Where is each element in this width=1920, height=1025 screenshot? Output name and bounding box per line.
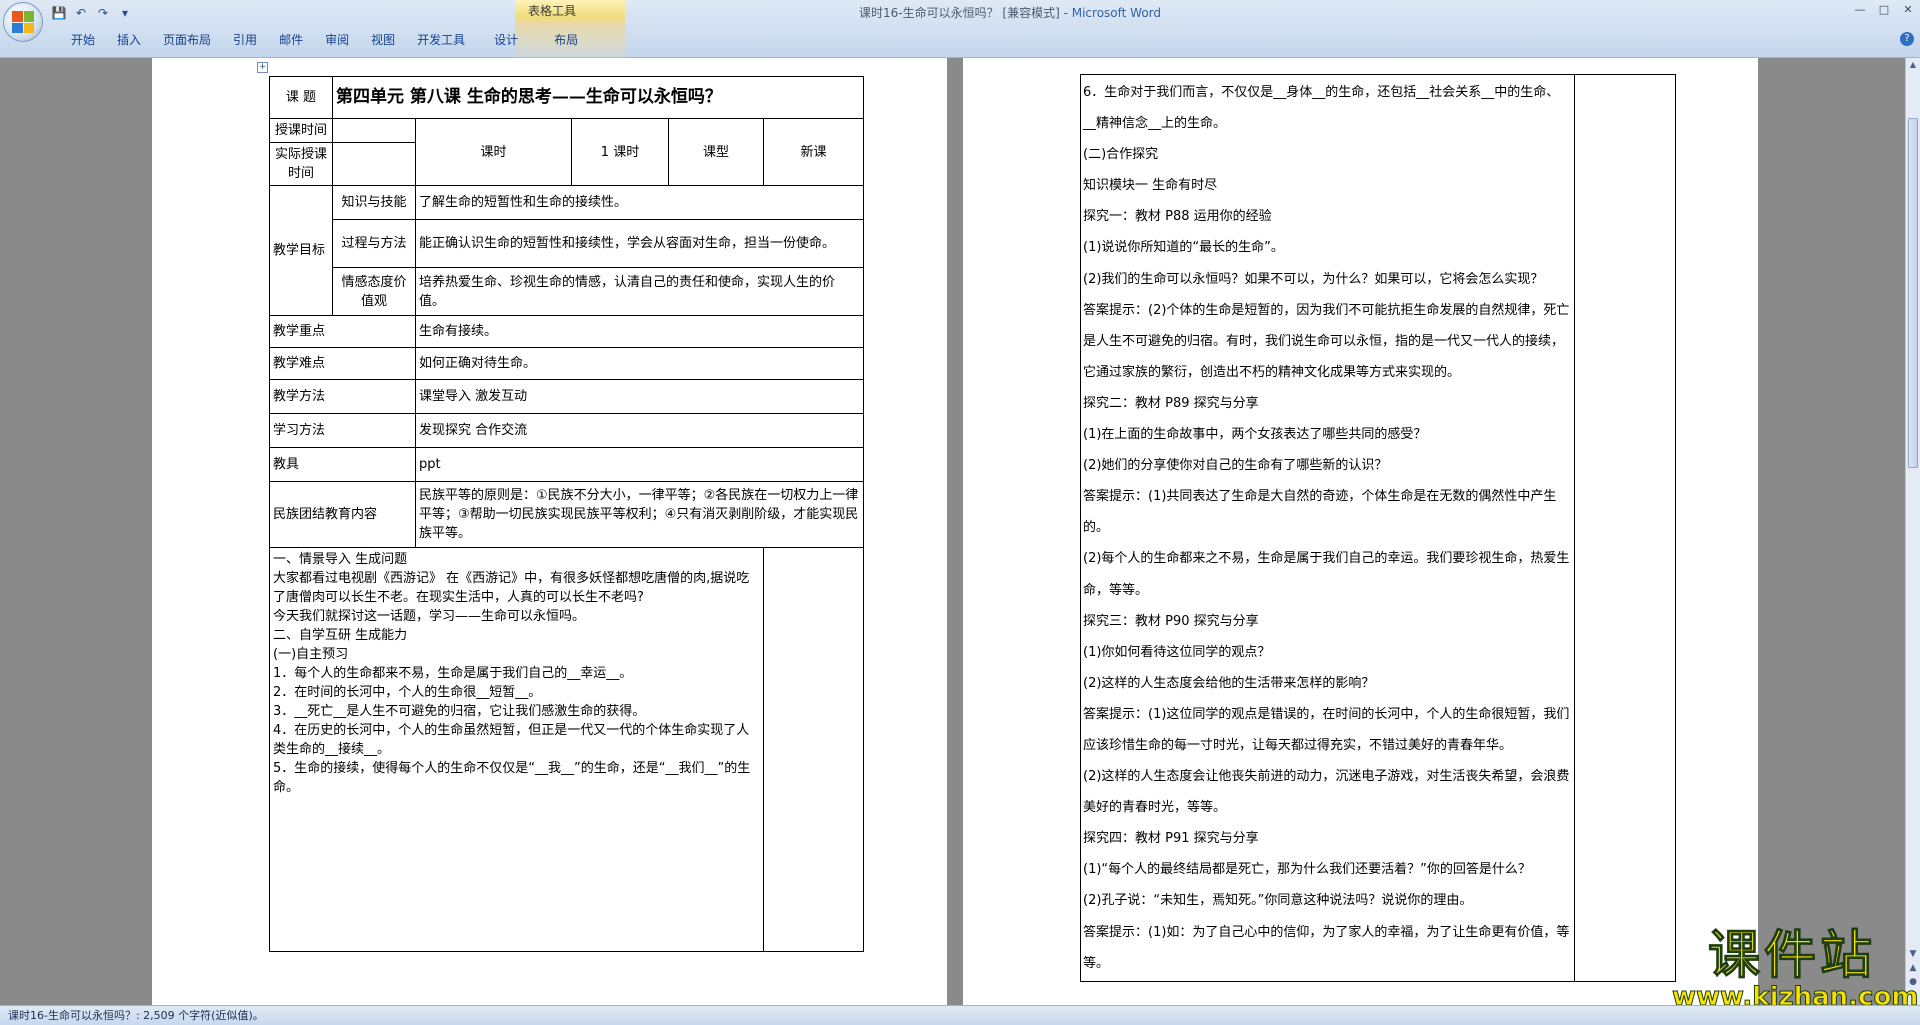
continued-content: 6．生命对于我们而言，不仅仅是__身体__的生命，还包括__社会关系__中的生命… <box>1081 75 1575 981</box>
row-text: 发现探究 合作交流 <box>414 413 865 448</box>
goal-name: 过程与方法 <box>332 219 416 268</box>
actual-label: 实际授课时间 <box>269 142 333 186</box>
row-label: 教具 <box>269 447 416 482</box>
lesson-notes-cell[interactable] <box>762 547 865 952</box>
lesson-plan-table: 课 题 第四单元 第八课 生命的思考——生命可以永恒吗？ 授课时间 课时 1 课… <box>269 76 865 952</box>
row-text: ppt <box>414 447 865 482</box>
content-line: 探究三：教材 P90 探究与分享 <box>1083 613 1259 629</box>
content-line: 探究一：教材 P88 运用你的经验 <box>1083 209 1272 225</box>
goal-text: 培养热爱生命、珍视生命的情感，认清自己的责任和使命，实现人生的价值。 <box>414 267 865 316</box>
minimize-icon[interactable]: — <box>1848 0 1872 18</box>
content-line: (2)这样的人生态度会让他丧失前进的动力，沉迷电子游戏，对生活丧失希望，会浪费美… <box>1083 769 1570 816</box>
lesson-line: 3．__死亡__是人生不可避免的归宿，它让我们感激生命的获得。 <box>273 704 646 719</box>
scroll-thumb[interactable] <box>1908 118 1918 468</box>
table-move-handle-icon[interactable]: + <box>257 62 268 73</box>
goal-name: 情感态度价值观 <box>332 267 416 316</box>
row-text: 如何正确对待生命。 <box>414 347 865 380</box>
ribbon-tab[interactable]: 审阅 <box>314 30 360 50</box>
goal-text: 能正确认识生命的短暂性和接续性，学会从容面对生命，担当一份使命。 <box>414 219 865 268</box>
lesson-line: 2．在时间的长河中，个人的生命很__短暂__。 <box>273 685 542 700</box>
ribbon-tab[interactable]: 开始 <box>60 30 106 50</box>
word-window: 💾 ↶ ↷ ▾ 表格工具 课时16-生命可以永恒吗？ [兼容模式] - Micr… <box>0 0 1920 1025</box>
ribbon-tab[interactable]: 邮件 <box>268 30 314 50</box>
ribbon-tab[interactable]: 视图 <box>360 30 406 50</box>
ribbon-tab[interactable]: 引用 <box>222 30 268 50</box>
schedule-value[interactable] <box>332 118 416 143</box>
content-line: (二)合作探究 <box>1083 147 1159 163</box>
lesson-line: 今天我们就探讨这一话题，学习——生命可以永恒吗。 <box>273 609 586 624</box>
lesson-line: 5．生命的接续，使得每个人的生命不仅仅是“__我__”的生命，还是“__我们__… <box>273 761 751 795</box>
scroll-up-icon[interactable]: ▲ <box>1906 58 1920 72</box>
actual-value[interactable] <box>332 142 416 186</box>
lesson-line: 1．每个人的生命都来不易，生命是属于我们自己的__幸运__。 <box>273 666 633 681</box>
ribbon-tab[interactable]: 开发工具 <box>406 30 476 50</box>
content-line: (1)“每个人的最终结局都是死亡，那为什么我们还要活着？”你的回答是什么？ <box>1083 862 1531 878</box>
content-line: 答案提示：(1)这位同学的观点是错误的，在时间的长河中，个人的生命很短暂，我们应… <box>1083 706 1570 753</box>
lesson-line: 一、情景导入 生成问题 <box>273 552 408 567</box>
schedule-label: 授课时间 <box>269 118 333 143</box>
content-line: 答案提示：(2)个体的生命是短暂的，因为我们不可能抗拒生命发展的自然规律，死亡是… <box>1083 302 1570 380</box>
lesson-content: 一、情景导入 生成问题 大家都看过电视剧《西游记》 在《西游记》中，有很多妖怪都… <box>269 547 764 952</box>
row-label: 教学重点 <box>269 315 416 348</box>
lesson-line: 二、自学互研 生成能力 <box>273 628 408 643</box>
watermark-title: 课件站 <box>1707 926 1876 986</box>
help-icon[interactable]: ? <box>1900 32 1914 46</box>
ribbon-tab[interactable]: 插入 <box>106 30 152 50</box>
content-line: (2)孔子说：“未知生，焉知死。”你同意这种说法吗？说说你的理由。 <box>1083 893 1473 909</box>
goal-text: 了解生命的短暂性和生命的接续性。 <box>414 185 865 220</box>
content-line: (1)你如何看待这位同学的观点？ <box>1083 644 1271 660</box>
content-line: (2)这样的人生态度会给他的生活带来怎样的影响？ <box>1083 675 1375 691</box>
content-line: 答案提示：(1)共同表达了生命是大自然的奇迹，个体生命是在无数的偶然性中产生的。 <box>1083 489 1557 536</box>
hours-value: 1 课时 <box>571 118 669 186</box>
type-label: 课型 <box>668 118 764 186</box>
lesson-line: 大家都看过电视剧《西游记》 在《西游记》中，有很多妖怪都想吃唐僧的肉,据说吃了唐… <box>273 571 750 605</box>
lesson-line: (一)自主预习 <box>273 647 349 662</box>
ribbon-tabs: 开始 插入 页面布局 引用 邮件 审阅 视图 开发工具 设计 布局 <box>60 30 596 50</box>
row-label: 教学难点 <box>269 347 416 380</box>
content-line: (1)在上面的生命故事中，两个女孩表达了哪些共同的感受？ <box>1083 427 1427 443</box>
continued-lesson-table: 6．生命对于我们而言，不仅仅是__身体__的生命，还包括__社会关系__中的生命… <box>1080 74 1676 982</box>
row-label: 民族团结教育内容 <box>269 481 416 548</box>
content-line: 探究四：教材 P91 探究与分享 <box>1083 831 1259 847</box>
maximize-icon[interactable]: □ <box>1872 0 1896 18</box>
context-tab[interactable]: 布局 <box>536 30 596 50</box>
row-text: 生命有接续。 <box>414 315 865 348</box>
hours-label: 课时 <box>415 118 572 186</box>
goals-label: 教学目标 <box>269 185 333 316</box>
content-line: (2)每个人的生命都来之不易，生命是属于我们自己的幸运。我们要珍视生命，热爱生命… <box>1083 551 1570 598</box>
type-value: 新课 <box>762 118 865 186</box>
content-line: 探究二：教材 P89 探究与分享 <box>1083 395 1259 411</box>
lesson-line: 4．在历史的长河中，个人的生命虽然短暂，但正是一代又一代的个体生命实现了人类生命… <box>273 723 750 757</box>
window-title: 课时16-生命可以永恒吗？ [兼容模式] - Microsoft Word <box>858 6 1162 20</box>
ribbon-tab[interactable]: 页面布局 <box>152 30 222 50</box>
ribbon: 💾 ↶ ↷ ▾ 表格工具 课时16-生命可以永恒吗？ [兼容模式] - Micr… <box>0 0 1920 58</box>
row-label: 学习方法 <box>269 413 416 448</box>
vertical-scrollbar[interactable]: ▲ ▼ ▲ ● ▼ <box>1905 58 1920 1005</box>
row-text: 课堂导入 激发互动 <box>414 379 865 414</box>
row-label: 教学方法 <box>269 379 416 414</box>
content-line: (2)她们的分享使你对自己的生命有了哪些新的认识？ <box>1083 458 1388 474</box>
row-text: 民族平等的原则是：①民族不分大小，一律平等；②各民族在一切权力上一律平等；③帮助… <box>414 481 865 548</box>
content-line: 答案提示：(1)如：为了自己心中的信仰，为了家人的幸福，为了让生命更有价值，等等… <box>1083 924 1570 971</box>
content-line: (2)我们的生命可以永恒吗？如果不可以，为什么？如果可以，它将会怎么实现？ <box>1083 271 1544 287</box>
window-controls: — □ ✕ <box>1848 0 1920 18</box>
title-label: 课 题 <box>269 76 333 119</box>
lesson-title: 第四单元 第八课 生命的思考——生命可以永恒吗？ <box>331 76 865 119</box>
context-tab[interactable]: 设计 <box>476 30 536 50</box>
content-line: 6．生命对于我们而言，不仅仅是__身体__的生命，还包括__社会关系__中的生命… <box>1083 85 1560 132</box>
status-bar: 课时16-生命可以永恒吗？: 2,509 个字符(近似值)。 <box>0 1005 1920 1025</box>
content-line: (1)说说你所知道的“最长的生命”。 <box>1083 240 1284 256</box>
goal-name: 知识与技能 <box>332 185 416 220</box>
close-icon[interactable]: ✕ <box>1896 0 1920 18</box>
content-line: 知识模块一 生命有时尽 <box>1083 178 1218 194</box>
watermark-logo: 课件站 www.kjzhan.com <box>1672 926 1919 1011</box>
